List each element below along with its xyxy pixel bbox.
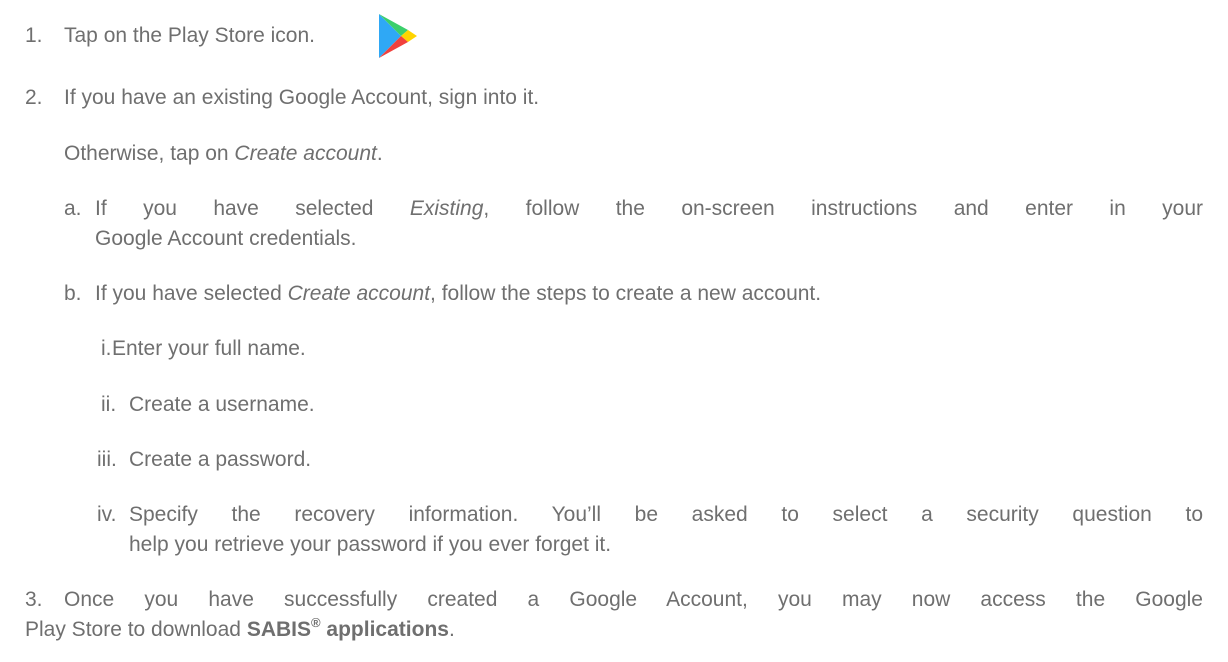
step-1-number: 1. [25, 24, 43, 47]
step-2-otherwise: Otherwise, tap on Create account. [64, 140, 383, 167]
play-store-icon [379, 14, 417, 58]
substep-a-number: a. [64, 197, 82, 220]
substep-ii-text: Create a username. [129, 393, 315, 416]
substep-b-number: b. [64, 282, 82, 305]
step-3-suffix: . [448, 618, 455, 641]
registered-mark: ® [311, 615, 321, 630]
substep-a-suffix: , follow the on-screen instructions and … [483, 197, 1203, 220]
step-2-number: 2. [25, 86, 43, 109]
substep-iv-line-1: Specify the recovery information. You’ll… [129, 503, 1203, 526]
applications-text: applications [320, 618, 449, 641]
substep-iii-number: iii. [97, 448, 117, 471]
substep-a-line-2: Google Account credentials. [95, 227, 357, 250]
substep-i-number: i. [101, 337, 112, 360]
substep-iv-line-2: help you retrieve your password if you e… [129, 533, 612, 556]
substep-i-text: Enter your full name. [112, 337, 306, 360]
existing-emphasis: Existing [409, 197, 484, 220]
create-account-emphasis: Create account [234, 142, 377, 165]
step-3-number: 3. [25, 588, 43, 611]
substep-b-prefix: If you have selected [95, 282, 288, 305]
step-2-text: If you have an existing Google Account, … [64, 86, 540, 109]
substep-b-suffix: , follow the steps to create a new accou… [430, 282, 822, 305]
otherwise-prefix: Otherwise, tap on [64, 142, 235, 165]
substep-b-text: If you have selected Create account, fol… [95, 280, 821, 307]
substep-iv-number: iv. [97, 503, 117, 526]
sabis-brand: SABIS [246, 618, 311, 641]
substep-a-line-1: If you have selected Existing, follow th… [95, 195, 1203, 222]
step-3-prefix: Play Store to download [25, 618, 247, 641]
sabis-applications-link: SABIS® applications [246, 615, 449, 641]
otherwise-suffix: . [376, 142, 383, 165]
substep-iii-text: Create a password. [129, 448, 312, 471]
create-account-emphasis-b: Create account [287, 282, 431, 305]
step-3-line-2: Play Store to download SABIS® applicatio… [25, 616, 455, 643]
substep-a-prefix: If you have selected [95, 197, 410, 220]
step-1-text: Tap on the Play Store icon. [64, 24, 315, 47]
step-3-line-1: Once you have successfully created a Goo… [64, 588, 1203, 611]
substep-ii-number: ii. [101, 393, 117, 416]
